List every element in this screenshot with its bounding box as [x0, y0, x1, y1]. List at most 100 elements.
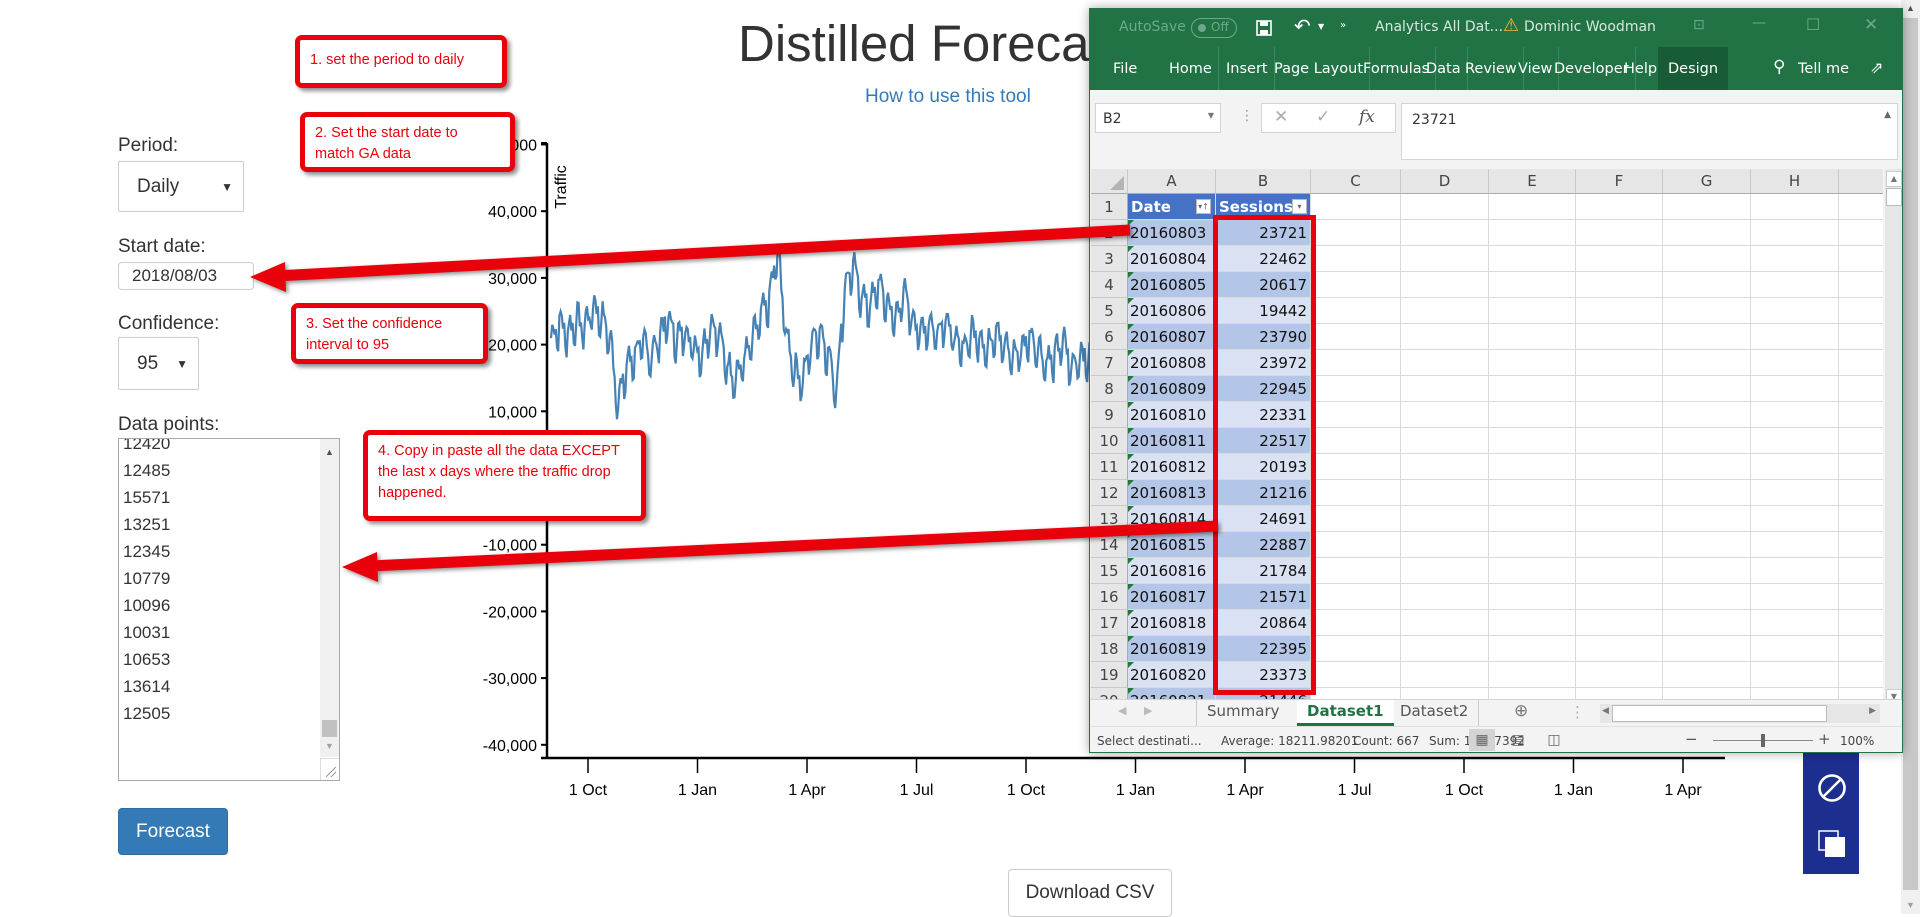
cell-date[interactable]: 20160820 [1128, 662, 1216, 688]
textarea-scrollbar[interactable]: ▲ ▼ [320, 439, 339, 757]
search-icon[interactable]: ⚲ [1773, 57, 1785, 77]
row-header[interactable]: 9 [1091, 402, 1128, 428]
cell[interactable] [1489, 610, 1576, 636]
next-sheet-icon[interactable]: ▶ [1144, 704, 1152, 717]
row-header[interactable]: 16 [1091, 584, 1128, 610]
resize-handle-icon[interactable] [320, 758, 339, 780]
period-select[interactable]: Daily ▼ [118, 161, 244, 212]
cell[interactable] [1663, 376, 1751, 402]
row-header[interactable]: 18 [1091, 636, 1128, 662]
cell[interactable] [1839, 324, 1883, 350]
cell[interactable] [1489, 376, 1576, 402]
cell-date[interactable]: 20160813 [1128, 480, 1216, 506]
minimize-icon[interactable]: — [1752, 15, 1766, 31]
cell[interactable] [1401, 428, 1489, 454]
prev-sheet-icon[interactable]: ◀ [1118, 704, 1126, 717]
column-header-g[interactable]: G [1663, 169, 1751, 194]
cell[interactable] [1401, 480, 1489, 506]
cell[interactable] [1576, 194, 1663, 220]
cell-date[interactable]: 20160814 [1128, 506, 1216, 532]
cell[interactable] [1311, 454, 1401, 480]
cell[interactable] [1576, 220, 1663, 246]
cell[interactable] [1401, 194, 1489, 220]
cell[interactable] [1401, 324, 1489, 350]
cell[interactable] [1401, 246, 1489, 272]
cell-date[interactable]: 20160817 [1128, 584, 1216, 610]
cell[interactable] [1751, 584, 1839, 610]
cell[interactable] [1663, 246, 1751, 272]
row-header[interactable]: 5 [1091, 298, 1128, 324]
cell[interactable] [1839, 402, 1883, 428]
hscroll-thumb[interactable] [1612, 705, 1827, 722]
cell[interactable] [1489, 480, 1576, 506]
cell[interactable] [1663, 636, 1751, 662]
tell-me-box[interactable]: Tell me [1792, 47, 1855, 90]
data-points-textarea[interactable]: 12420 12485 15571 13251 12345 10779 10096 10031… [118, 438, 340, 781]
confidence-select[interactable]: 95 ▼ [118, 337, 199, 390]
cell[interactable] [1663, 324, 1751, 350]
cell[interactable] [1751, 532, 1839, 558]
cell[interactable] [1311, 610, 1401, 636]
cell-date[interactable]: 20160804 [1128, 246, 1216, 272]
autosave-toggle[interactable]: Off [1191, 18, 1237, 38]
cell[interactable] [1663, 532, 1751, 558]
cell[interactable] [1576, 506, 1663, 532]
cell-date[interactable]: 20160805 [1128, 272, 1216, 298]
row-header[interactable]: 7 [1091, 350, 1128, 376]
zoom-slider[interactable] [1713, 734, 1813, 747]
maximize-icon[interactable]: ☐ [1806, 15, 1820, 34]
ribbon-display-icon[interactable]: ⊡ [1693, 17, 1705, 33]
formula-input[interactable]: 23721 ▲ [1401, 103, 1898, 160]
column-header-h[interactable]: H [1751, 169, 1839, 194]
cell[interactable] [1489, 636, 1576, 662]
cell[interactable] [1311, 402, 1401, 428]
cell-date[interactable]: 20160806 [1128, 298, 1216, 324]
cell[interactable] [1311, 298, 1401, 324]
cell[interactable] [1489, 350, 1576, 376]
cell[interactable] [1839, 194, 1883, 220]
cell[interactable] [1489, 454, 1576, 480]
cell[interactable] [1663, 584, 1751, 610]
cell[interactable] [1576, 636, 1663, 662]
row-header[interactable]: 14 [1091, 532, 1128, 558]
spreadsheet-grid[interactable]: A B C D E F G H 1 Date ▾↑ Sessions ▾ 2 20160803 23721 3 2… [1091, 169, 1883, 707]
cell[interactable] [1839, 558, 1883, 584]
cell[interactable] [1311, 194, 1401, 220]
cell[interactable] [1663, 558, 1751, 584]
cell[interactable] [1401, 506, 1489, 532]
cell[interactable] [1839, 610, 1883, 636]
cell[interactable] [1751, 246, 1839, 272]
cell[interactable] [1663, 662, 1751, 688]
cell[interactable] [1576, 376, 1663, 402]
cell-date[interactable]: 20160810 [1128, 402, 1216, 428]
cell[interactable] [1663, 402, 1751, 428]
cell[interactable] [1311, 272, 1401, 298]
cell[interactable] [1751, 194, 1839, 220]
cell[interactable] [1839, 662, 1883, 688]
cell[interactable] [1839, 272, 1883, 298]
cell[interactable] [1839, 376, 1883, 402]
cell[interactable] [1663, 480, 1751, 506]
cell[interactable] [1839, 480, 1883, 506]
cell-date[interactable]: 20160807 [1128, 324, 1216, 350]
sheet-tab-dataset1[interactable]: Dataset1 [1297, 700, 1394, 726]
scroll-thumb[interactable] [322, 720, 337, 737]
cell[interactable] [1751, 662, 1839, 688]
tab-design[interactable]: Design [1658, 47, 1729, 90]
cell[interactable] [1751, 610, 1839, 636]
table-header-date[interactable]: Date ▾↑ [1128, 194, 1216, 220]
row-header[interactable]: 8 [1091, 376, 1128, 402]
scroll-left-icon[interactable]: ◀ [1602, 706, 1609, 716]
column-header-b[interactable]: B [1216, 169, 1311, 194]
sheet-scroll-thumb[interactable] [1886, 188, 1902, 206]
cell[interactable] [1751, 272, 1839, 298]
cell[interactable] [1311, 584, 1401, 610]
cell[interactable] [1663, 428, 1751, 454]
cell[interactable] [1663, 220, 1751, 246]
cell-date[interactable]: 20160811 [1128, 428, 1216, 454]
cell[interactable] [1401, 636, 1489, 662]
cell[interactable] [1751, 428, 1839, 454]
sort-filter-icon[interactable]: ▾↑ [1196, 199, 1211, 214]
cell[interactable] [1576, 272, 1663, 298]
cell[interactable] [1576, 584, 1663, 610]
